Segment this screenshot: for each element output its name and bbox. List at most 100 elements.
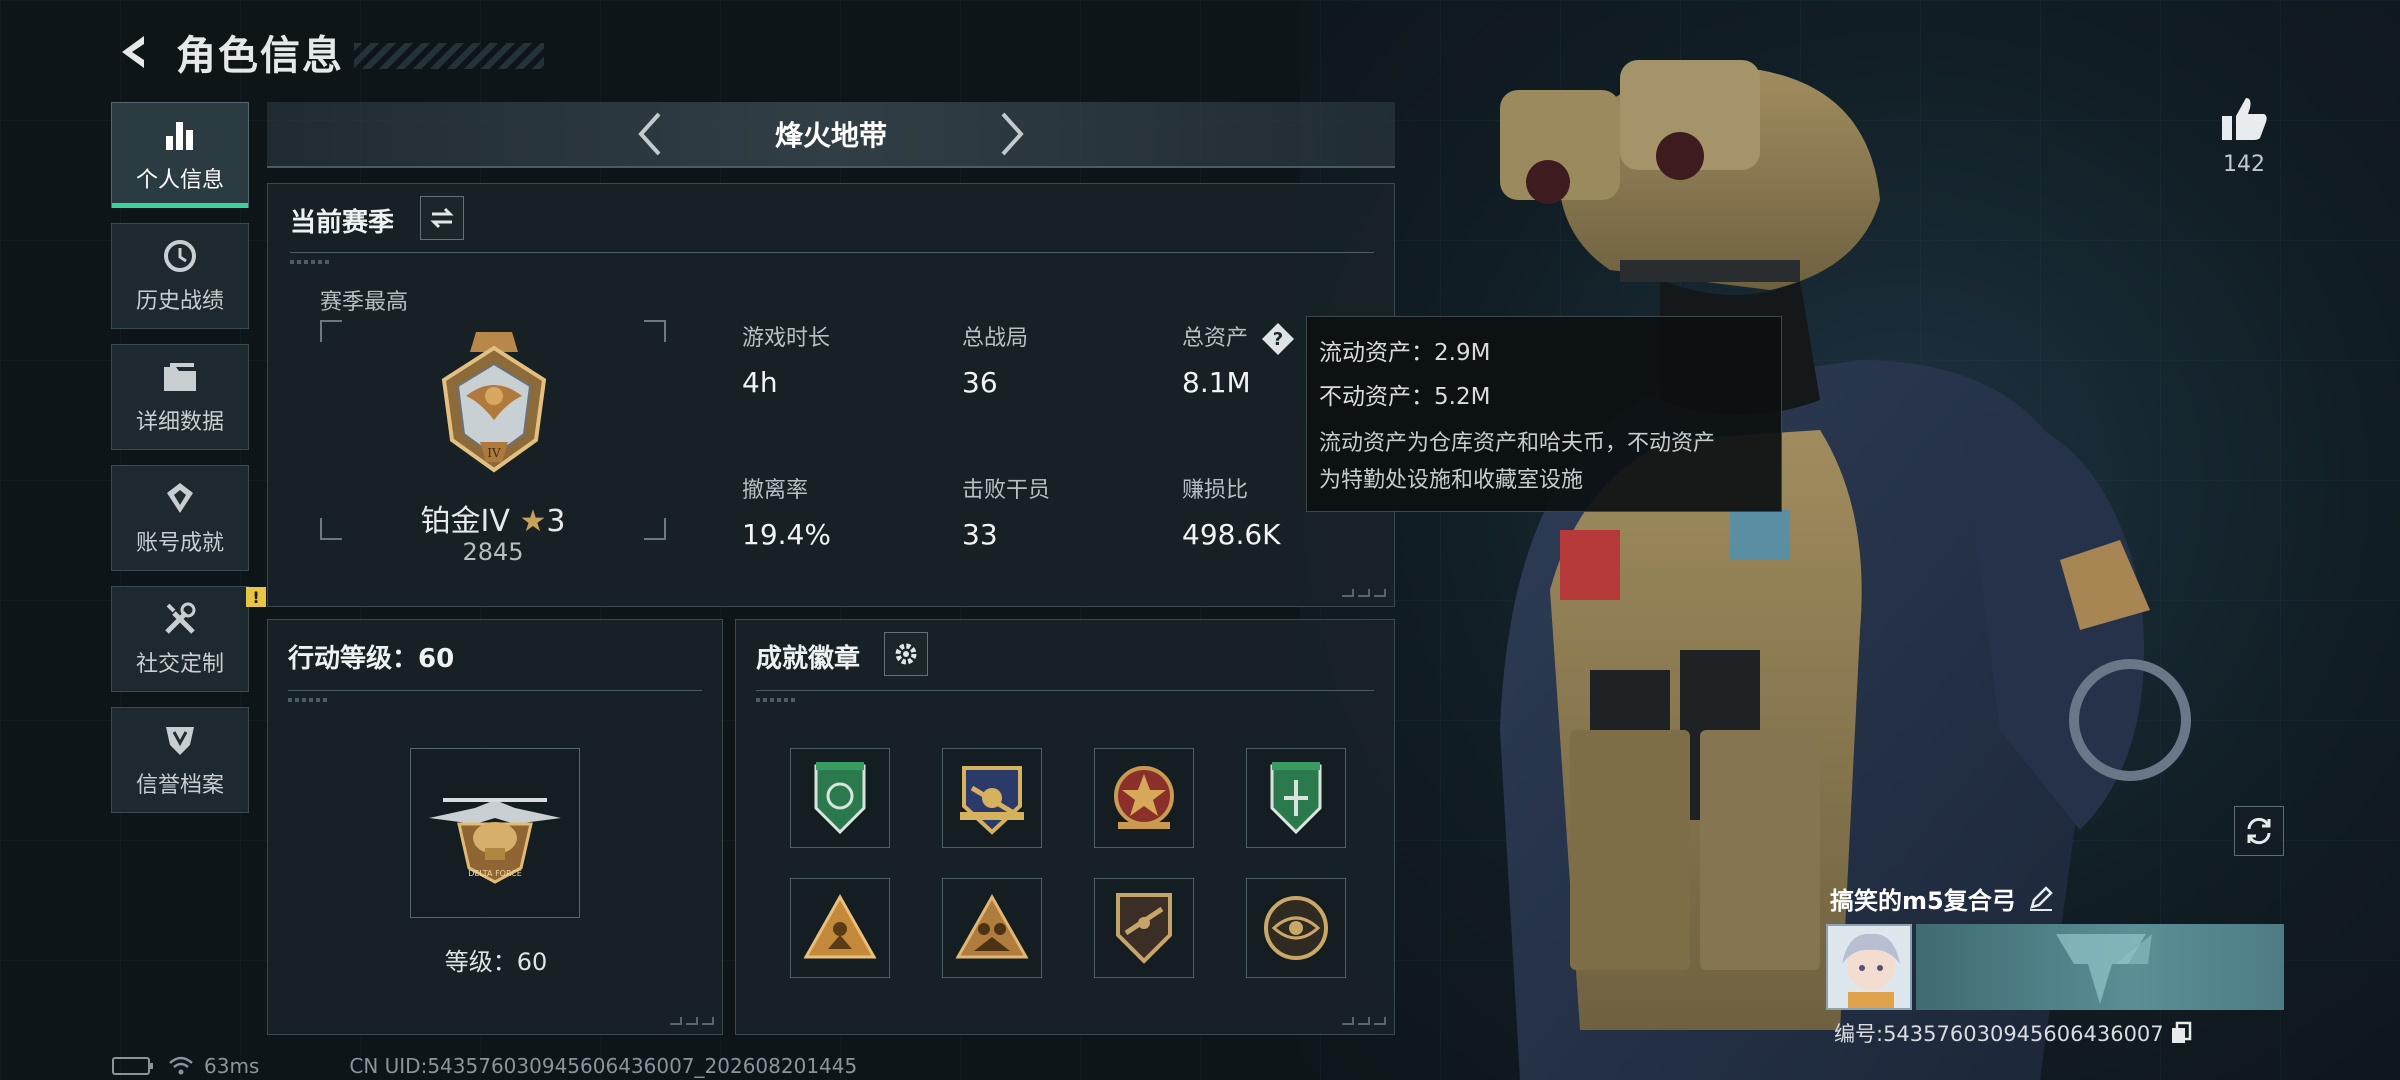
sidebar-item-history[interactable]: 历史战绩 xyxy=(111,223,249,329)
player-name-row: 搞笑的m5复合弓 xyxy=(1826,878,2286,918)
rank-frame: IV 铂金IV ★3 2845 xyxy=(320,320,666,566)
season-panel: 当前赛季 赛季最高 IV 铂金IV ★3 2845 游戏时长 4h 总战局 36 xyxy=(267,183,1395,607)
achievement-medal[interactable] xyxy=(1246,878,1346,978)
stat-label: 撤离率 xyxy=(742,478,809,503)
achievements-title: 成就徽章 xyxy=(756,644,861,674)
sidebar-item-reputation[interactable]: 信誉档案 xyxy=(111,707,249,813)
player-banner xyxy=(1916,924,2284,1010)
rank-tier-text: 铂金IV xyxy=(420,504,510,539)
player-name: 搞笑的m5复合弓 xyxy=(1830,886,2016,915)
achievement-medal[interactable] xyxy=(1094,748,1194,848)
season-best-label: 赛季最高 xyxy=(320,290,409,315)
help-diamond-icon[interactable]: ? xyxy=(1261,322,1295,356)
refresh-icon xyxy=(2247,817,2271,845)
mode-switcher: 烽火地带 xyxy=(267,102,1395,168)
tooltip-liquid-assets: 流动资产：2.9M xyxy=(1319,340,1491,366)
thumbs-up-icon[interactable] xyxy=(2220,96,2268,142)
level-title: 行动等级：60 xyxy=(288,644,455,674)
bar-chart-icon xyxy=(161,116,199,154)
achievement-icon xyxy=(161,479,199,517)
svg-text:?: ? xyxy=(1273,329,1283,350)
battery-icon xyxy=(112,1057,153,1075)
tooltip-description-line: 流动资产为仓库资产和哈夫币，不动资产 xyxy=(1319,431,1716,456)
tooltip-description-line: 为特勤处设施和收藏室设施 xyxy=(1319,468,1584,493)
stat-value: 498.6K xyxy=(1182,518,1281,551)
sidebar-item-label: 信誉档案 xyxy=(135,773,224,798)
rifle-shield-medal-icon xyxy=(1116,893,1172,964)
achievement-medal[interactable] xyxy=(1246,748,1346,848)
copy-icon[interactable] xyxy=(2170,1021,2192,1045)
shield-icon xyxy=(161,721,199,759)
sidebar: 个人信息 历史战绩 详细数据 账号成就 社交定制 ! 信誉档案 xyxy=(111,102,266,828)
stat-play-time: 游戏时长 4h xyxy=(742,320,942,399)
achievement-medal[interactable] xyxy=(942,748,1042,848)
page-title: 角色信息 xyxy=(176,33,344,79)
history-icon xyxy=(161,237,199,275)
achievement-medal[interactable] xyxy=(790,878,890,978)
banner-emblem xyxy=(2056,934,2152,1004)
sidebar-item-label: 账号成就 xyxy=(135,531,224,556)
player-card: 搞笑的m5复合弓 编号:543576030945606436007 xyxy=(1826,878,2286,1048)
sidebar-item-details[interactable]: 详细数据 xyxy=(111,344,249,450)
section-divider xyxy=(288,690,702,702)
mode-title: 烽火地带 xyxy=(774,119,887,152)
panel-corner-decoration xyxy=(666,1014,714,1028)
back-arrow-icon[interactable] xyxy=(112,30,156,74)
triangle-squad-medal-icon xyxy=(955,893,1029,959)
swap-icon xyxy=(430,207,454,229)
frame-corner xyxy=(644,320,666,342)
stat-label: 游戏时长 xyxy=(742,326,831,351)
achievements-panel: 成就徽章 xyxy=(735,619,1395,1035)
like-widget[interactable]: 142 xyxy=(2218,96,2270,177)
achievement-medal[interactable] xyxy=(1094,878,1194,978)
avatar-image xyxy=(1828,926,1910,1008)
section-divider xyxy=(290,252,1374,264)
tooltip-fixed-assets: 不动资产：5.2M xyxy=(1319,384,1491,410)
star-icon: ★ xyxy=(519,504,547,539)
navy-gold-medal-icon xyxy=(960,766,1024,835)
tooltip-description: 流动资产为仓库资产和哈夫币，不动资产 为特勤处设施和收藏室设施 xyxy=(1319,425,1769,499)
avatar[interactable] xyxy=(1826,924,1912,1010)
sidebar-item-label: 社交定制 xyxy=(135,652,224,677)
stat-value: 36 xyxy=(962,366,998,399)
frame-corner xyxy=(320,320,342,342)
switch-season-button[interactable] xyxy=(420,196,464,240)
rank-score: 2845 xyxy=(462,538,524,566)
prev-mode-arrow-icon[interactable] xyxy=(625,109,675,159)
achievements-settings-button[interactable] xyxy=(884,632,928,676)
tools-icon xyxy=(161,600,199,638)
sidebar-item-achievements[interactable]: 账号成就 xyxy=(111,465,249,571)
stat-value: 19.4% xyxy=(742,518,831,551)
level-text: 等级：60 xyxy=(444,948,548,976)
like-count: 142 xyxy=(2223,152,2265,177)
helicopter-badge-icon: DELTA FORCE xyxy=(429,798,561,884)
sidebar-item-label: 历史战绩 xyxy=(135,289,224,314)
next-mode-arrow-icon[interactable] xyxy=(987,109,1037,159)
achievement-medal[interactable] xyxy=(942,878,1042,978)
player-card-body xyxy=(1826,924,2286,1010)
player-id: 编号:543576030945606436007 xyxy=(1834,1022,2164,1046)
sidebar-item-social[interactable]: 社交定制 ! xyxy=(111,586,266,692)
stat-value: 33 xyxy=(962,518,998,551)
stat-operators-defeated: 击败干员 33 xyxy=(962,472,1162,551)
stat-label: 总战局 xyxy=(962,326,1029,351)
achievement-medal[interactable] xyxy=(790,748,890,848)
stat-total-matches: 总战局 36 xyxy=(962,320,1162,399)
panel-corner-decoration xyxy=(1338,1014,1386,1028)
uid-text: CN UID:543576030945606436007_20260820144… xyxy=(349,1054,858,1078)
title-decoration xyxy=(354,43,544,69)
player-id-row: 编号:543576030945606436007 xyxy=(1826,1018,2286,1048)
gear-icon xyxy=(895,643,917,665)
eye-round-medal-icon xyxy=(1264,896,1328,960)
rank-medal-icon: IV xyxy=(441,332,547,473)
refresh-appearance-button[interactable] xyxy=(2234,806,2284,856)
edit-pencil-icon[interactable] xyxy=(2028,885,2054,911)
stat-value: 4h xyxy=(742,366,778,399)
sidebar-item-label: 个人信息 xyxy=(135,168,224,193)
folder-icon xyxy=(161,358,199,396)
sidebar-item-personal-info[interactable]: 个人信息 xyxy=(111,102,249,208)
sidebar-item-label: 详细数据 xyxy=(135,410,224,435)
header: 角色信息 xyxy=(112,22,544,82)
status-bar: 63ms CN UID:543576030945606436007_202608… xyxy=(112,1054,857,1078)
level-badge: DELTA FORCE xyxy=(410,748,580,918)
